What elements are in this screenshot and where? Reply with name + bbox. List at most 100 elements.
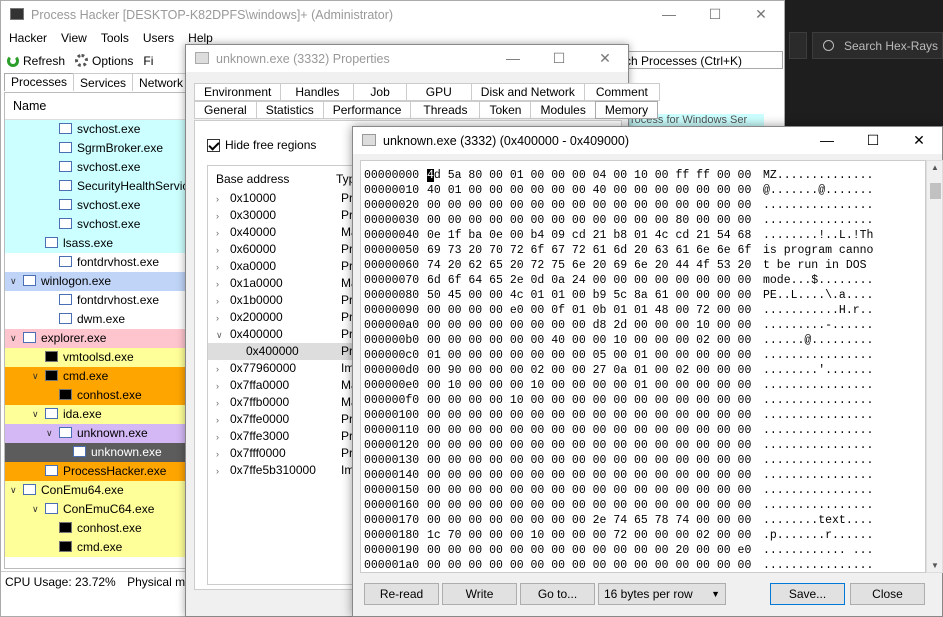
region-row[interactable]: › 0x7ffe5b310000 Ima [208,462,366,479]
hex-row[interactable]: 00000060 74 20 62 65 20 72 75 6e 20 69 6e… [361,258,925,273]
hex-bytes[interactable]: 00 00 00 00 00 00 00 00 00 00 00 00 00 0… [427,468,751,483]
hide-free-regions-checkbox[interactable]: Hide free regions [207,138,316,152]
hex-row[interactable]: 000000c0 01 00 00 00 00 00 00 00 05 00 01… [361,348,925,363]
region-row[interactable]: ›0x10000Priv [208,190,366,207]
tab-statistics[interactable]: Statistics [255,101,324,119]
chevron-right-icon[interactable]: › [216,446,230,463]
region-row[interactable]: 0x400000Priv [208,343,366,360]
scroll-up-icon[interactable]: ▲ [931,163,939,172]
write-button[interactable]: Write [442,583,517,605]
chevron-right-icon[interactable]: › [216,412,230,429]
hex-bytes[interactable]: 00 00 00 00 00 00 00 00 00 00 00 00 00 0… [427,498,751,513]
hex-bytes[interactable]: 00 90 00 00 00 02 00 00 27 0a 01 00 02 0… [427,363,751,378]
hex-row[interactable]: 00000170 00 00 00 00 00 00 00 00 2e 74 65… [361,513,925,528]
hex-row[interactable]: 000000a0 00 00 00 00 00 00 00 00 d8 2d 00… [361,318,925,333]
tab-processes[interactable]: Processes [4,73,75,91]
hex-row[interactable]: 000000e0 00 10 00 00 00 10 00 00 00 00 01… [361,378,925,393]
hex-bytes[interactable]: 6d 6f 64 65 2e 0d 0a 24 00 00 00 00 00 0… [427,273,751,288]
expand-arrow-icon[interactable]: ∨ [10,481,17,500]
hex-bytes[interactable]: 00 00 00 00 00 00 00 00 00 00 00 00 00 0… [427,408,751,423]
chevron-right-icon[interactable]: › [216,225,230,242]
process-row[interactable]: lsass.exe [5,234,186,253]
hex-minimize-button[interactable]: — [804,127,850,153]
column-header-name[interactable]: Name [5,93,186,120]
process-row[interactable]: fontdrvhost.exe [5,253,186,272]
tab-handles[interactable]: Handles [280,83,355,101]
region-row[interactable]: ›0x7fff0000Priv [208,445,366,462]
region-row[interactable]: ›0x1b0000Priv [208,292,366,309]
tab-performance[interactable]: Performance [322,101,412,119]
chevron-right-icon[interactable]: › [216,378,230,395]
tab-gpu[interactable]: GPU [405,83,472,101]
chevron-right-icon[interactable]: › [216,361,230,378]
hex-bytes[interactable]: 00 00 00 00 00 00 40 00 00 10 00 00 00 0… [427,333,751,348]
tab-environment[interactable]: Environment [194,83,282,101]
hex-row[interactable]: 00000080 50 45 00 00 4c 01 01 00 b9 5c 8a… [361,288,925,303]
region-row[interactable]: ›0x7ffb0000Map [208,394,366,411]
process-row[interactable]: fontdrvhost.exe [5,291,186,310]
tab-memory[interactable]: Memory [594,101,659,119]
process-row[interactable]: SecurityHealthServic [5,177,186,196]
tab-threads[interactable]: Threads [410,101,481,119]
menu-users[interactable]: Users [143,28,174,49]
column-header-base-address[interactable]: Base address [216,172,289,186]
expand-arrow-icon[interactable]: ∨ [32,367,39,386]
chevron-right-icon[interactable]: › [216,259,230,276]
tab-services[interactable]: Services [73,73,134,91]
hex-row[interactable]: 00000050 69 73 20 70 72 6f 67 72 61 6d 20… [361,243,925,258]
hex-bytes[interactable]: 00 00 00 00 00 00 00 00 00 00 00 00 00 0… [427,438,751,453]
hex-row[interactable]: 00000150 00 00 00 00 00 00 00 00 00 00 00… [361,483,925,498]
chevron-right-icon[interactable]: › [216,242,230,259]
process-row[interactable]: ∨ cmd.exe [5,367,186,386]
hex-row[interactable]: 000001a0 00 00 00 00 00 00 00 00 00 00 00… [361,558,925,572]
minimize-button[interactable]: — [646,1,692,27]
hex-row[interactable]: 00000090 00 00 00 00 e0 00 0f 01 0b 01 01… [361,303,925,318]
tab-network[interactable]: Network [132,73,191,91]
process-row[interactable]: ∨ ConEmuC64.exe [5,500,186,519]
hex-row[interactable]: 00000180 1c 70 00 00 00 10 00 00 00 72 00… [361,528,925,543]
hex-bytes[interactable]: 00 00 00 00 10 00 00 00 00 00 00 00 00 0… [427,393,751,408]
process-row[interactable]: ProcessHacker.exe [5,462,186,481]
process-row[interactable]: conhost.exe [5,519,186,538]
region-row[interactable]: ›0x60000Priv [208,241,366,258]
menu-view[interactable]: View [61,28,87,49]
region-row[interactable]: ›0x7ffe3000Priv [208,428,366,445]
refresh-button[interactable]: Refresh [7,54,65,68]
props-minimize-button[interactable]: — [490,45,536,71]
hex-close-button[interactable]: ✕ [896,127,942,153]
hex-row[interactable]: 00000120 00 00 00 00 00 00 00 00 00 00 00… [361,438,925,453]
region-row[interactable]: ›0x7ffe0000Priv [208,411,366,428]
hex-row[interactable]: 00000070 6d 6f 64 65 2e 0d 0a 24 00 00 00… [361,273,925,288]
hex-bytes[interactable]: 00 10 00 00 00 10 00 00 00 00 01 00 00 0… [427,378,751,393]
tab-comment[interactable]: Comment [583,83,660,101]
bytes-per-row-select[interactable]: 16 bytes per row ▼ [598,583,726,605]
hex-row[interactable]: 00000190 00 00 00 00 00 00 00 00 00 00 00… [361,543,925,558]
hex-scrollbar[interactable]: ▲ ▼ [926,160,943,573]
chevron-down-icon[interactable]: ∨ [216,327,230,344]
process-row[interactable]: ∨ unknown.exe [5,424,186,443]
region-row[interactable]: ›0x40000Map [208,224,366,241]
hex-row[interactable]: 00000040 0e 1f ba 0e 00 b4 09 cd 21 b8 01… [361,228,925,243]
chevron-right-icon[interactable]: › [216,293,230,310]
hex-bytes[interactable]: 00 00 00 00 00 00 00 00 00 00 00 00 20 0… [427,543,751,558]
hex-bytes[interactable]: 0e 1f ba 0e 00 b4 09 cd 21 b8 01 4c cd 2… [427,228,751,243]
find-button[interactable]: Fi [143,54,153,68]
region-row[interactable]: ›0x30000Priv [208,207,366,224]
hex-cursor[interactable]: 4 [427,169,434,182]
ida-toolbar-button[interactable] [789,32,807,59]
hex-bytes[interactable]: 00 00 00 00 00 00 00 00 00 00 00 00 00 0… [427,423,751,438]
chevron-right-icon[interactable]: › [216,395,230,412]
scroll-thumb[interactable] [930,183,941,199]
process-row[interactable]: vmtoolsd.exe [5,348,186,367]
hex-row[interactable]: 000000d0 00 90 00 00 00 02 00 00 27 0a 01… [361,363,925,378]
hex-bytes[interactable]: 4d 5a 80 00 01 00 00 00 04 00 10 00 ff f… [427,168,751,183]
process-row[interactable]: ∨ winlogon.exe [5,272,186,291]
process-row[interactable]: ∨ explorer.exe [5,329,186,348]
props-maximize-button[interactable]: ☐ [536,45,582,71]
process-row[interactable]: svchost.exe [5,158,186,177]
menu-hacker[interactable]: Hacker [9,28,47,49]
process-row[interactable]: ∨ ConEmu64.exe [5,481,186,500]
expand-arrow-icon[interactable]: ∨ [10,272,17,291]
chevron-right-icon[interactable]: › [216,429,230,446]
hex-view[interactable]: 00000000 4d 5a 80 00 01 00 00 00 04 00 10… [360,160,926,573]
